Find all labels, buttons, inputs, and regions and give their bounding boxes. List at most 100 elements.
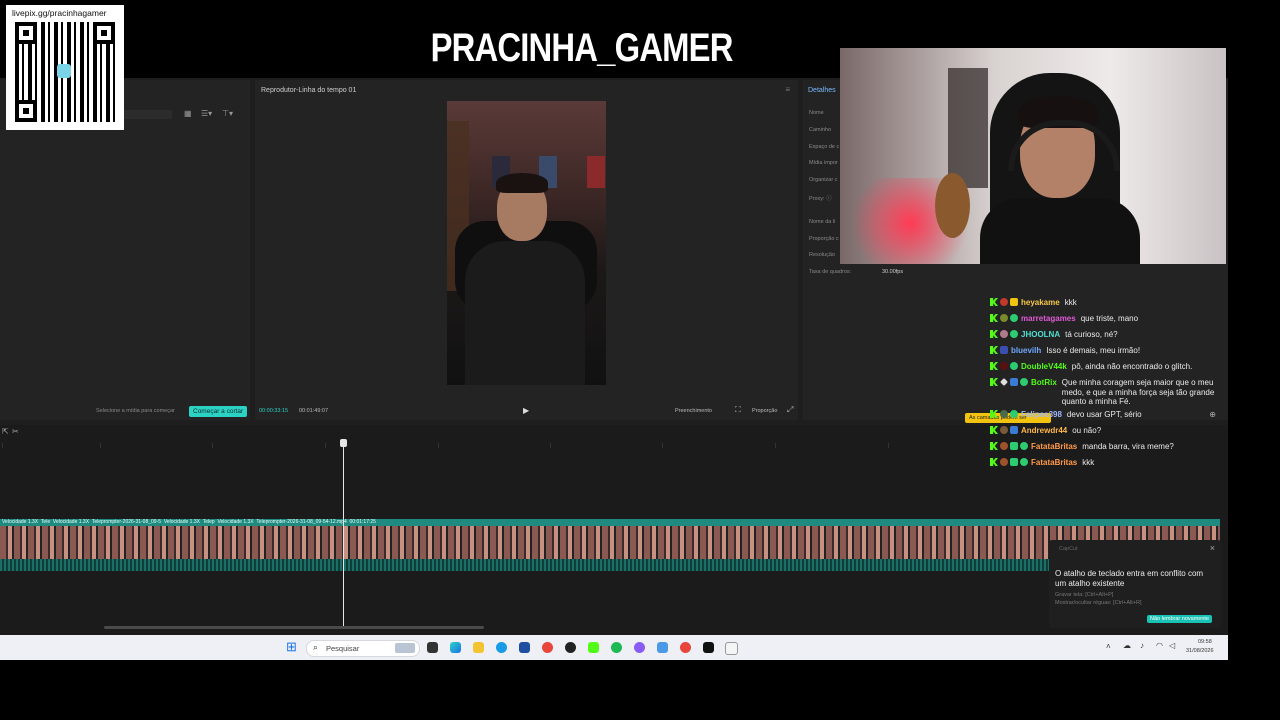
chat-message: BotRix Que minha coragem seja maior que … <box>990 378 1222 407</box>
ratio-button[interactable]: Proporção <box>752 408 777 414</box>
badge-icon <box>1000 330 1008 338</box>
badge-icon <box>1000 314 1008 322</box>
bot-badge-icon <box>1010 378 1018 386</box>
chat-message: Felipee398 devo usar GPT, sério ⊕ <box>990 410 1222 420</box>
info-icon[interactable]: ⊕ <box>1209 410 1216 420</box>
stream-chat: heyakame kkk marretagames que triste, ma… <box>990 298 1222 474</box>
qr-code <box>15 22 115 122</box>
kick-icon <box>990 346 998 354</box>
badge-icon <box>1000 346 1008 354</box>
clock-date[interactable]: 31/08/2026 <box>1186 648 1214 654</box>
play-icon[interactable]: ▶ <box>523 406 529 415</box>
details-field: Proxy: ⓘ <box>809 196 832 202</box>
details-field: Resolução <box>809 252 835 258</box>
sub-badge-icon <box>1010 458 1018 466</box>
details-field: Mídia impor <box>809 160 838 166</box>
frame-rate-value: 30.00fps <box>882 269 904 275</box>
close-icon[interactable]: × <box>1210 543 1215 553</box>
mic-icon[interactable]: ♪ <box>1140 641 1144 650</box>
verified-icon <box>1020 442 1028 450</box>
chat-message: bluevilh Isso é demais, meu irmão! <box>990 346 1222 356</box>
kick-app-icon[interactable] <box>588 642 599 653</box>
start-cut-button[interactable]: Começar a cortar <box>189 406 248 417</box>
store-icon[interactable] <box>519 642 530 653</box>
filter-icon[interactable]: ⊤▾ <box>222 109 233 118</box>
cloud-icon[interactable]: ☁ <box>1123 641 1131 650</box>
channel-title: PRACINHA_GAMER <box>430 26 734 70</box>
chat-message: Andrewdr44 ou não? <box>990 426 1222 436</box>
livepix-qr-card: livepix.gg/pracinhagamer <box>6 5 124 130</box>
chat-message: heyakame kkk <box>990 298 1222 308</box>
details-field: Caminho <box>809 127 832 133</box>
toast-line: Mostrar/ocultar réguas: [Ctrl+Alt+R] <box>1055 600 1142 606</box>
verified-icon <box>1010 330 1018 338</box>
qr-url: livepix.gg/pracinhagamer <box>12 8 107 18</box>
total-time: 00:01:49:07 <box>299 408 329 414</box>
chevron-up-icon[interactable]: ˄ <box>1106 642 1111 651</box>
wifi-icon[interactable]: ◠ <box>1156 641 1163 650</box>
toast-line: Gravar tela: [Ctrl+Alt+P] <box>1055 592 1114 598</box>
file-explorer-icon[interactable] <box>473 642 484 653</box>
chrome-icon[interactable] <box>542 642 553 653</box>
clock-time[interactable]: 09:58 <box>1198 639 1212 645</box>
fill-button[interactable]: Preenchimento <box>675 408 712 414</box>
search-icon: ⌕ <box>313 642 319 652</box>
verified-icon <box>1020 458 1028 466</box>
windows-start-icon[interactable]: ⊞ <box>286 640 297 653</box>
select-tool-icon[interactable]: ⇱ <box>2 427 9 436</box>
chat-message: JHOOLNA tá curioso, né? <box>990 330 1222 340</box>
verified-icon <box>1010 410 1018 418</box>
grid-view-icon[interactable]: ▦ <box>184 109 192 118</box>
widgets-icon[interactable] <box>450 642 461 653</box>
volume-icon[interactable]: ◁ <box>1169 641 1175 650</box>
verified-icon <box>1010 362 1018 370</box>
details-field: Nome da li <box>809 219 836 225</box>
task-view-icon[interactable] <box>427 642 438 653</box>
kick-icon <box>990 410 998 418</box>
media-panel: ▦ ☰▾ ⊤▾ Selecione a mídia para começar C… <box>0 80 250 420</box>
badge-icon <box>1000 426 1008 434</box>
verified-icon <box>1020 378 1028 386</box>
webcam-feed <box>840 48 1226 264</box>
kick-icon <box>990 442 998 450</box>
capcut-active-icon[interactable] <box>725 642 738 655</box>
menu-icon[interactable]: ≡ <box>785 85 790 94</box>
details-field: Organizar c <box>809 177 838 183</box>
chat-message: marretagames que triste, mano <box>990 314 1222 324</box>
playhead[interactable] <box>343 441 344 626</box>
details-field: Espaço de c <box>809 144 840 150</box>
edge-icon[interactable] <box>496 642 507 653</box>
diamond-icon <box>1000 378 1008 386</box>
kick-icon <box>990 330 998 338</box>
details-field: Proporção c <box>809 236 839 242</box>
details-field: Nome <box>809 110 824 116</box>
details-title[interactable]: Detalhes <box>808 87 836 94</box>
capcut-icon[interactable] <box>703 642 714 653</box>
sub-badge-icon <box>1010 442 1018 450</box>
audio-track[interactable] <box>0 559 1220 571</box>
sort-icon[interactable]: ☰▾ <box>201 109 212 118</box>
details-field: Taxa de quadros: <box>809 269 852 275</box>
search-highlight-icon <box>395 643 415 653</box>
chrome-profile-icon[interactable] <box>680 642 691 653</box>
chat-message: DoubleV44k pô, ainda não encontrado o gl… <box>990 362 1222 372</box>
current-time: 00:00:33:15 <box>259 408 289 414</box>
media-hint: Selecione a mídia para começar <box>96 408 175 414</box>
toast-message: O atalho de teclado entra em conflito co… <box>1055 569 1204 588</box>
notepad-icon[interactable] <box>657 642 668 653</box>
sub-badge-icon <box>1010 298 1018 306</box>
discord-icon[interactable] <box>634 642 645 653</box>
player-panel: Reprodutor-Linha do tempo 01 ≡ 00:00:33:… <box>255 80 798 420</box>
dont-remind-button[interactable]: Não lembrar novamente <box>1147 615 1213 623</box>
badge-icon <box>1000 362 1008 370</box>
expand-icon[interactable]: ⤢ <box>787 405 793 415</box>
obs-icon[interactable] <box>565 642 576 653</box>
spotify-icon[interactable] <box>611 642 622 653</box>
timeline-scrollbar[interactable] <box>104 626 484 629</box>
split-tool-icon[interactable]: ✂ <box>12 427 19 436</box>
kick-icon <box>990 298 998 306</box>
taskbar-search[interactable]: ⌕ Pesquisar <box>306 640 420 657</box>
sub-badge-icon <box>1010 426 1018 434</box>
fullscreen-crop-icon[interactable]: ⛶ <box>735 405 741 415</box>
chat-message: FatataBritas manda barra, vira meme? <box>990 442 1222 452</box>
